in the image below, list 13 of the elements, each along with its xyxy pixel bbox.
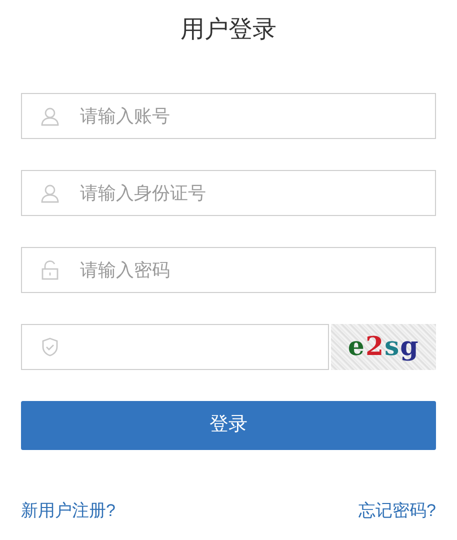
input-field[interactable]: 请输入账号: [21, 93, 436, 139]
forgot-password-link[interactable]: 忘记密码?: [358, 498, 436, 524]
user-icon: [40, 106, 60, 126]
captcha-image[interactable]: e2sg: [331, 324, 436, 370]
user-icon: [40, 183, 60, 203]
captcha-field[interactable]: [21, 324, 330, 370]
shield-icon: [41, 337, 59, 357]
input-field[interactable]: 请输入密码: [21, 247, 436, 293]
lock-icon: [41, 260, 59, 280]
page-title: 用户登录: [180, 15, 276, 45]
input-field[interactable]: 请输入身份证号: [21, 170, 436, 216]
register-link[interactable]: 新用户注册?: [21, 498, 116, 524]
login-button[interactable]: 登录: [21, 401, 436, 450]
